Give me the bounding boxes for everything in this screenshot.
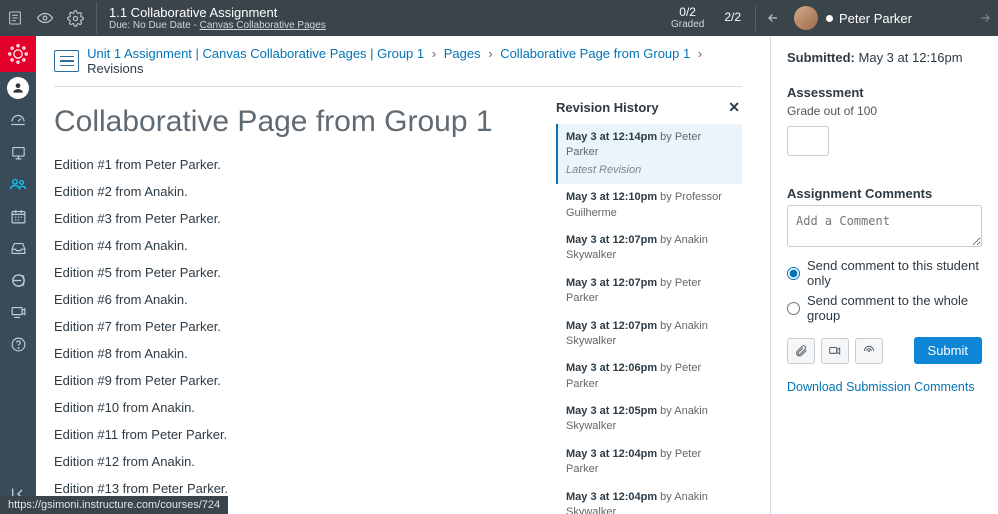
canvas-logo-icon[interactable] xyxy=(0,36,36,72)
grade-out-of-label: Grade out of 100 xyxy=(787,104,982,118)
nav-calendar[interactable] xyxy=(0,200,36,232)
nav-dashboard[interactable] xyxy=(0,104,36,136)
nav-courses[interactable] xyxy=(0,136,36,168)
comments-heading: Assignment Comments xyxy=(787,186,982,201)
breadcrumb-page[interactable]: Collaborative Page from Group 1 xyxy=(500,46,690,61)
revision-item[interactable]: May 3 at 12:14pm by Peter ParkerLatest R… xyxy=(556,124,742,184)
edition-line: Edition #3 from Peter Parker. xyxy=(54,211,538,226)
revision-item[interactable]: May 3 at 12:04pm by Peter Parker xyxy=(556,441,742,484)
gradebook-icon[interactable] xyxy=(0,0,30,36)
assignment-course-link[interactable]: Canvas Collaborative Pages xyxy=(200,20,326,31)
nav-help[interactable] xyxy=(0,328,36,360)
edition-line: Edition #5 from Peter Parker. xyxy=(54,265,538,280)
page-content-list: Edition #1 from Peter Parker. Edition #2 … xyxy=(54,157,538,496)
radio-whole-group[interactable]: Send comment to the whole group xyxy=(787,293,982,323)
edition-line: Edition #8 from Anakin. xyxy=(54,346,538,361)
next-student-button[interactable] xyxy=(972,0,998,36)
download-comments-link[interactable]: Download Submission Comments xyxy=(787,380,982,394)
nav-groups[interactable] xyxy=(0,168,36,200)
grade-input[interactable] xyxy=(787,126,829,156)
settings-gear-icon[interactable] xyxy=(60,0,90,36)
global-nav xyxy=(0,36,36,514)
prev-student-button[interactable] xyxy=(760,0,786,36)
edition-line: Edition #12 from Anakin. xyxy=(54,454,538,469)
breadcrumb-group[interactable]: Unit 1 Assignment | Canvas Collaborative… xyxy=(87,46,424,61)
submit-button[interactable]: Submit xyxy=(914,337,982,364)
page-title: Collaborative Page from Group 1 xyxy=(54,105,538,139)
edition-line: Edition #13 from Peter Parker. xyxy=(54,481,538,496)
revision-item[interactable]: May 3 at 12:04pm by Anakin Skywalker xyxy=(556,484,742,514)
revision-item[interactable]: May 3 at 12:05pm by Anakin Skywalker xyxy=(556,398,742,441)
revision-item[interactable]: May 3 at 12:10pm by Professor Guilherme xyxy=(556,184,742,227)
revision-item[interactable]: May 3 at 12:07pm by Anakin Skywalker xyxy=(556,313,742,356)
edition-line: Edition #7 from Peter Parker. xyxy=(54,319,538,334)
revision-heading: Revision History xyxy=(556,100,659,115)
assessment-heading: Assessment xyxy=(787,85,982,100)
nav-studio[interactable] xyxy=(0,296,36,328)
edition-line: Edition #10 from Anakin. xyxy=(54,400,538,415)
online-indicator-icon xyxy=(826,15,833,22)
student-name[interactable]: Peter Parker xyxy=(839,11,912,26)
nav-commons[interactable] xyxy=(0,264,36,296)
breadcrumb: Unit 1 Assignment | Canvas Collaborative… xyxy=(87,46,742,76)
edition-line: Edition #4 from Anakin. xyxy=(54,238,538,253)
revision-item[interactable]: May 3 at 12:06pm by Peter Parker xyxy=(556,355,742,398)
assignment-title-block: 1.1 Collaborative Assignment Due: No Due… xyxy=(96,2,338,34)
revision-history-panel: Revision History ✕ May 3 at 12:14pm by P… xyxy=(556,99,742,514)
close-icon[interactable]: ✕ xyxy=(728,99,740,116)
visibility-icon[interactable] xyxy=(30,0,60,36)
revision-item[interactable]: May 3 at 12:07pm by Peter Parker xyxy=(556,270,742,313)
edition-line: Edition #11 from Peter Parker. xyxy=(54,427,538,442)
submitted-at: Submitted: May 3 at 12:16pm xyxy=(787,50,982,65)
media-comment-icon[interactable] xyxy=(821,338,849,364)
revision-item[interactable]: May 3 at 12:07pm by Anakin Skywalker xyxy=(556,227,742,270)
speech-recognition-icon[interactable] xyxy=(855,338,883,364)
grade-summary: 0/2 Graded 2/2 xyxy=(661,6,751,30)
edition-line: Edition #6 from Anakin. xyxy=(54,292,538,307)
comment-textarea[interactable] xyxy=(787,205,982,247)
attach-file-icon[interactable] xyxy=(787,338,815,364)
course-menu-toggle[interactable] xyxy=(54,50,79,72)
nav-inbox[interactable] xyxy=(0,232,36,264)
edition-line: Edition #1 from Peter Parker. xyxy=(54,157,538,172)
student-avatar[interactable] xyxy=(794,6,818,30)
status-bar-url: https://gsimoni.instructure.com/courses/… xyxy=(0,496,228,514)
radio-student-only[interactable]: Send comment to this student only xyxy=(787,258,982,288)
breadcrumb-pages[interactable]: Pages xyxy=(444,46,481,61)
assignment-due: Due: No Due Date - Canvas Collaborative … xyxy=(109,20,326,31)
breadcrumb-current: Revisions xyxy=(87,61,143,76)
assignment-title: 1.1 Collaborative Assignment xyxy=(109,5,326,20)
edition-line: Edition #2 from Anakin. xyxy=(54,184,538,199)
edition-line: Edition #9 from Peter Parker. xyxy=(54,373,538,388)
nav-account[interactable] xyxy=(0,72,36,104)
speedgrader-sidebar: Submitted: May 3 at 12:16pm Assessment G… xyxy=(770,36,998,514)
